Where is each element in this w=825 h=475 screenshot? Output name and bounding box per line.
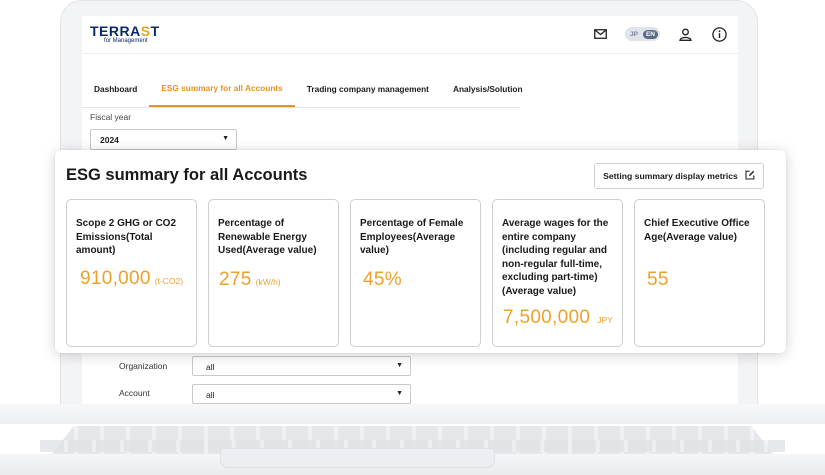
organization-label: Organization — [119, 361, 168, 371]
chevron-down-icon: ▼ — [396, 362, 403, 369]
metric-value: 275 (kW/h) — [219, 269, 281, 290]
tab-bar: Dashboard ESG summary for all Accounts T… — [82, 70, 523, 108]
metric-value: 910,000 (t-CO2) — [80, 268, 184, 289]
metric-title: Average wages for the entire company (in… — [502, 218, 609, 297]
organization-select[interactable]: all ▼ — [192, 356, 411, 376]
tab-analysis-solution[interactable]: Analysis/Solution — [441, 70, 535, 107]
account-value: all — [206, 390, 215, 400]
laptop-base — [0, 404, 825, 475]
lang-option-en[interactable]: EN — [642, 29, 658, 39]
tab-trading-company-management[interactable]: Trading company management — [295, 70, 441, 107]
metric-value: 45% — [363, 269, 402, 290]
metric-unit: (t-CO2) — [154, 276, 184, 286]
metric-card-female-employees: Percentage of Female Employees(Average v… — [350, 199, 481, 347]
metric-card-renewable-energy: Percentage of Renewable Energy Used(Aver… — [208, 199, 339, 347]
logo-subtext: for Management — [104, 38, 148, 44]
esg-summary-card: ESG summary for all Accounts Setting sum… — [55, 150, 786, 353]
fiscal-year-select[interactable]: 2024 ▼ — [90, 129, 237, 150]
logo[interactable]: TERRAST for Management — [90, 23, 160, 44]
metric-card-scope2-emissions: Scope 2 GHG or CO2 Emissions(Total amoun… — [66, 199, 197, 347]
header-actions: JP EN — [591, 25, 728, 43]
user-icon[interactable] — [676, 25, 694, 43]
logo-text: TERRAST — [90, 23, 160, 39]
lang-option-jp[interactable]: JP — [627, 30, 641, 39]
info-icon[interactable] — [710, 25, 728, 43]
account-label: Account — [119, 388, 150, 398]
metric-unit: (kW/h) — [255, 277, 281, 287]
metric-title: Chief Executive Office Age(Average value… — [644, 218, 750, 243]
metric-card-ceo-age: Chief Executive Office Age(Average value… — [634, 199, 765, 347]
chevron-down-icon: ▼ — [222, 135, 229, 142]
metric-value: 55 — [647, 269, 669, 290]
metric-unit: JPY — [597, 315, 613, 325]
settings-button-label: Setting summary display metrics — [603, 171, 738, 181]
mail-icon[interactable] — [591, 25, 609, 43]
tab-esg-summary[interactable]: ESG summary for all Accounts — [149, 70, 295, 107]
summary-title: ESG summary for all Accounts — [66, 166, 308, 184]
organization-value: all — [206, 362, 215, 372]
laptop-hinge — [0, 404, 825, 424]
chevron-down-icon: ▼ — [396, 390, 403, 397]
metric-title: Percentage of Female Employees(Average v… — [360, 218, 464, 256]
metrics-row: Scope 2 GHG or CO2 Emissions(Total amoun… — [66, 199, 765, 347]
metric-title: Scope 2 GHG or CO2 Emissions(Total amoun… — [76, 218, 177, 256]
account-select[interactable]: all ▼ — [192, 384, 411, 404]
fiscal-year-value: 2024 — [100, 135, 119, 145]
trackpad — [220, 448, 495, 468]
metric-title: Percentage of Renewable Energy Used(Aver… — [218, 218, 317, 256]
app-header: TERRAST for Management JP EN — [82, 16, 738, 54]
metric-value: 7,500,000 JPY — [503, 307, 613, 328]
setting-summary-metrics-button[interactable]: Setting summary display metrics — [594, 163, 764, 189]
edit-icon — [745, 170, 755, 182]
metric-card-average-wages: Average wages for the entire company (in… — [492, 199, 623, 347]
fiscal-year-label: Fiscal year — [90, 112, 132, 122]
tab-dashboard[interactable]: Dashboard — [82, 70, 149, 107]
language-toggle[interactable]: JP EN — [625, 27, 660, 41]
